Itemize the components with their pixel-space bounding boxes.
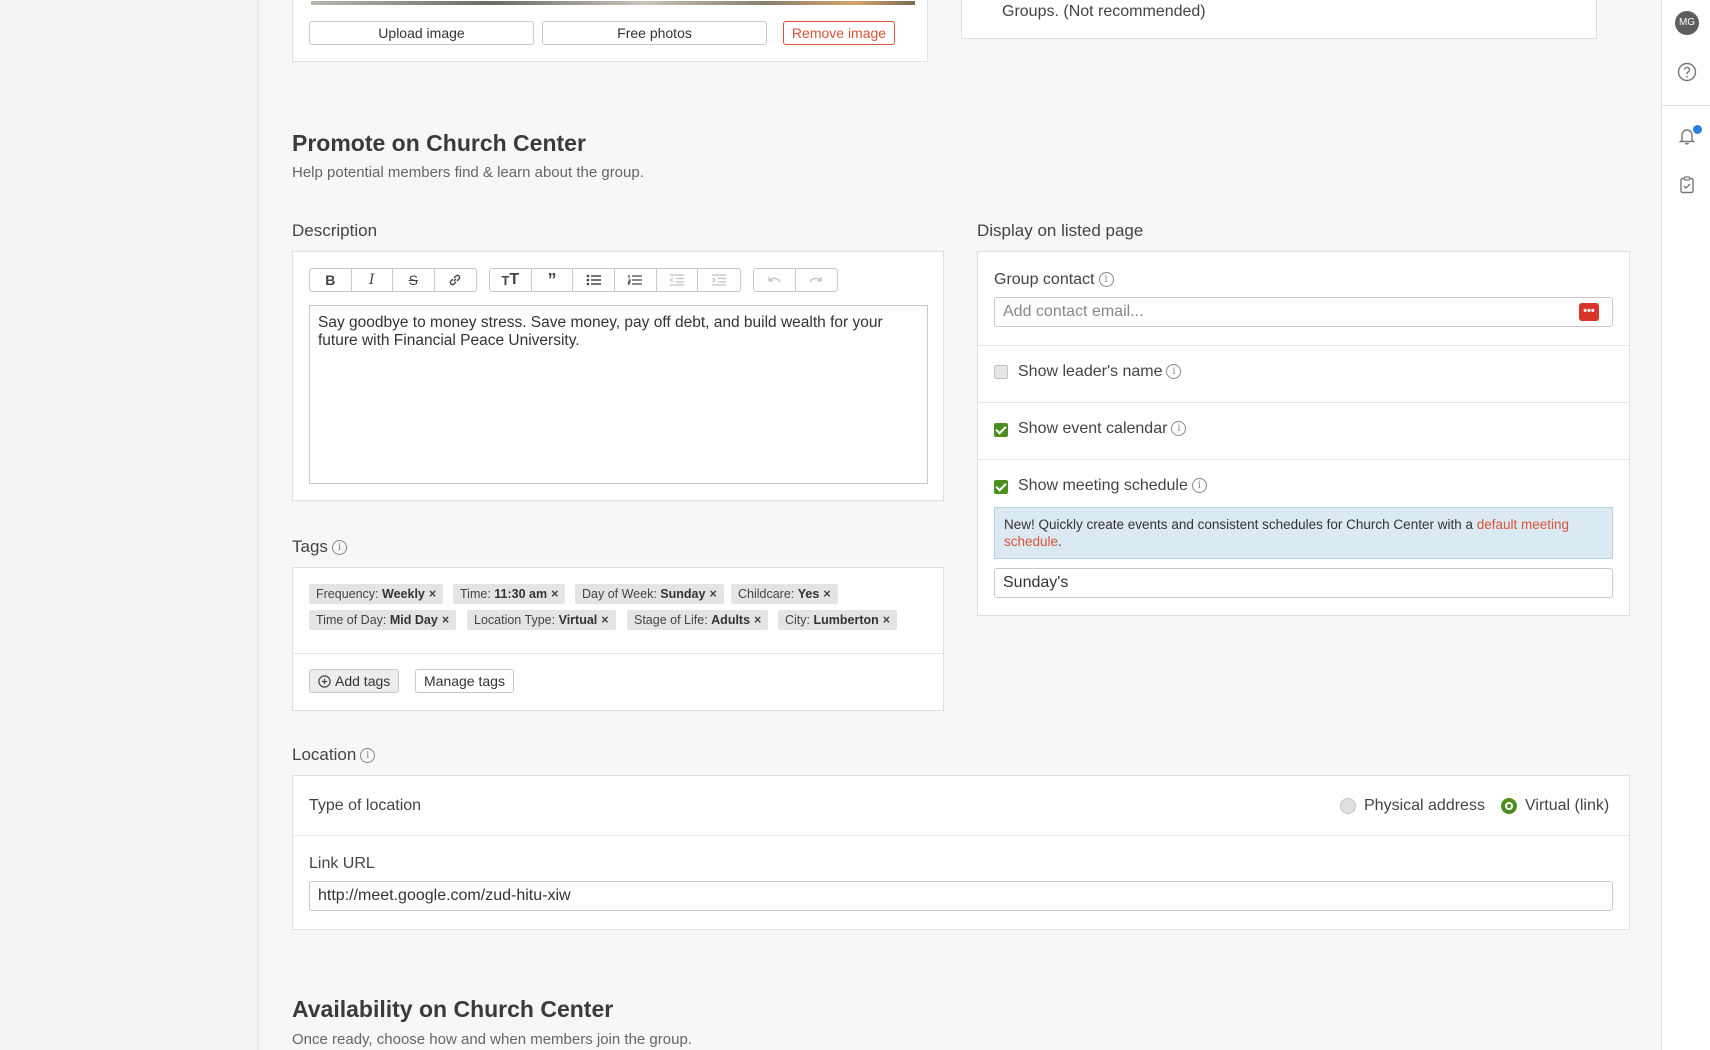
show-leader-checkbox[interactable] [994, 365, 1008, 379]
groups-note-card: Groups. (Not recommended) [961, 0, 1597, 39]
promote-subtitle: Help potential members find & learn abou… [292, 164, 644, 181]
tag-chip: Day of Week: Sunday × [575, 584, 724, 604]
availability-subtitle: Once ready, choose how and when members … [292, 1031, 692, 1048]
remove-tag-icon[interactable]: × [883, 613, 890, 627]
text-format-toolbar: B I S [309, 268, 477, 292]
remove-tag-icon[interactable]: × [442, 613, 449, 627]
outdent-icon[interactable] [657, 269, 699, 291]
info-icon[interactable]: i [1171, 421, 1187, 437]
redo-icon[interactable] [796, 269, 838, 291]
image-card: Upload image Free photos Remove image [292, 0, 928, 62]
remove-tag-icon[interactable]: × [754, 613, 761, 627]
bullet-list-icon[interactable] [573, 269, 616, 291]
display-label: Display on listed page [977, 221, 1144, 240]
indent-icon[interactable] [698, 269, 740, 291]
contact-picker-icon[interactable]: ••• [1579, 303, 1599, 321]
show-calendar-checkbox[interactable] [994, 423, 1008, 437]
italic-icon[interactable]: I [352, 269, 393, 291]
user-avatar[interactable]: MG [1675, 11, 1699, 35]
tag-chip: City: Lumberton × [778, 610, 898, 630]
remove-image-button[interactable]: Remove image [783, 21, 895, 45]
left-gutter [0, 0, 259, 1050]
tag-chip: Frequency: Weekly × [309, 584, 444, 604]
block-format-toolbar: TT ” [489, 268, 741, 292]
free-photos-button[interactable]: Free photos [542, 21, 767, 45]
info-icon[interactable]: i [1166, 364, 1182, 380]
remove-tag-icon[interactable]: × [429, 587, 436, 601]
plus-circle-icon [318, 675, 331, 688]
notification-dot [1692, 124, 1703, 135]
history-toolbar [753, 268, 838, 292]
numbered-list-icon[interactable] [615, 269, 657, 291]
link-url-label: Link URL [309, 855, 375, 872]
show-schedule-label: Show meeting schedule i [1018, 477, 1207, 495]
tag-chip: Childcare: Yes × [731, 584, 838, 604]
remove-tag-icon[interactable]: × [709, 587, 716, 601]
add-tags-button[interactable]: Add tags [309, 669, 400, 693]
group-image-preview [311, 1, 915, 5]
physical-address-label: Physical address [1364, 797, 1485, 814]
description-editor[interactable]: Say goodbye to money stress. Save money,… [309, 305, 928, 484]
virtual-link-label: Virtual (link) [1525, 797, 1610, 814]
info-icon[interactable]: i [1098, 272, 1114, 288]
show-leader-label: Show leader's name i [1018, 363, 1182, 381]
tags-divider [293, 653, 943, 654]
promote-title: Promote on Church Center [292, 130, 586, 156]
tag-chip: Time: 11:30 am × [453, 584, 566, 604]
link-icon[interactable] [435, 269, 476, 291]
upload-image-button[interactable]: Upload image [309, 21, 534, 45]
clipboard-check-icon[interactable] [1677, 175, 1697, 195]
info-icon[interactable]: i [1191, 478, 1207, 494]
heading-icon[interactable]: TT [490, 269, 532, 291]
manage-tags-button[interactable]: Manage tags [415, 669, 514, 693]
bold-icon[interactable]: B [310, 269, 352, 291]
right-rail: MG [1661, 0, 1710, 1050]
undo-icon[interactable] [754, 269, 796, 291]
location-label: Location i [292, 745, 376, 765]
tag-chip: Stage of Life: Adults × [627, 610, 769, 630]
rail-divider [1662, 105, 1710, 106]
virtual-link-radio[interactable] [1501, 798, 1517, 814]
info-icon[interactable]: i [331, 540, 347, 556]
remove-tag-icon[interactable]: × [551, 587, 558, 601]
contact-email-input[interactable]: Add contact email... [994, 297, 1613, 327]
tag-chip: Location Type: Virtual × [467, 610, 616, 630]
quote-icon[interactable]: ” [532, 269, 574, 291]
display-divider [978, 345, 1629, 346]
help-icon[interactable] [1677, 62, 1697, 82]
availability-title: Availability on Church Center [292, 996, 614, 1022]
display-divider [978, 402, 1629, 403]
remove-tag-icon[interactable]: × [601, 613, 608, 627]
tags-label: Tags i [292, 537, 347, 557]
tags-label-text: Tags [292, 537, 328, 556]
strikethrough-icon[interactable]: S [393, 269, 435, 291]
display-divider [978, 459, 1629, 460]
show-schedule-checkbox[interactable] [994, 480, 1008, 494]
info-icon[interactable]: i [360, 748, 376, 764]
location-divider [293, 835, 1629, 836]
show-calendar-label: Show event calendar i [1018, 420, 1187, 438]
link-url-input[interactable]: http://meet.google.com/zud-hitu-xiw [309, 881, 1613, 911]
schedule-notice: New! Quickly create events and consisten… [994, 507, 1613, 559]
physical-address-radio[interactable] [1340, 798, 1356, 814]
schedule-input[interactable]: Sunday's [994, 568, 1613, 598]
group-contact-label: Group contact i [994, 271, 1114, 289]
tag-chip: Time of Day: Mid Day × [309, 610, 457, 630]
groups-note-text: Groups. (Not recommended) [1002, 3, 1206, 20]
description-label: Description [292, 221, 378, 240]
remove-tag-icon[interactable]: × [823, 587, 830, 601]
add-tags-label: Add tags [335, 673, 391, 689]
type-of-location-label: Type of location [309, 797, 422, 814]
